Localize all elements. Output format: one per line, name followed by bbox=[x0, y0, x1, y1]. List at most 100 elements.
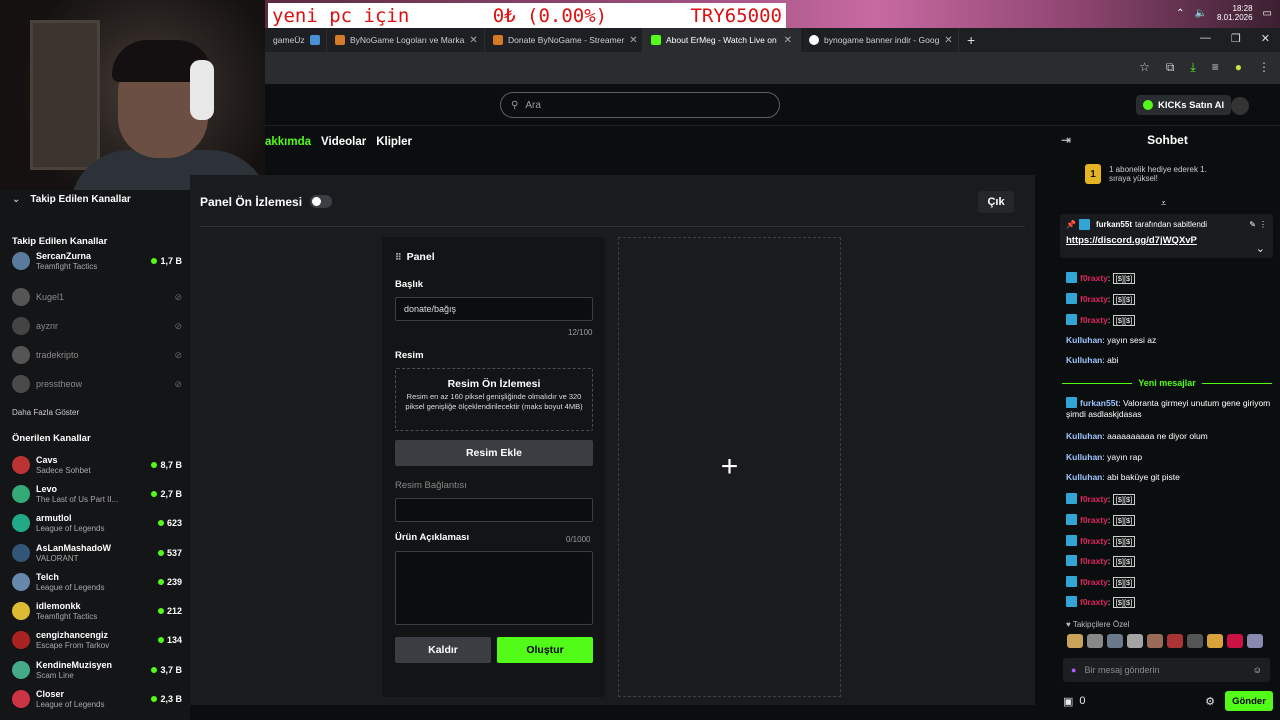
gift-icon[interactable]: ▣ bbox=[1063, 695, 1073, 708]
sidebar-channel[interactable]: presstheow ⊘ bbox=[12, 371, 182, 397]
profile-icon[interactable]: ● bbox=[1235, 60, 1242, 75]
add-panel-button[interactable]: + bbox=[618, 237, 841, 697]
search-input[interactable]: ⚲ Ara bbox=[500, 92, 780, 118]
tab-videos[interactable]: Videolar bbox=[321, 136, 366, 148]
show-more-link[interactable]: Daha Fazla Göster bbox=[12, 408, 79, 417]
offline-icon: ⊘ bbox=[174, 349, 182, 360]
sidebar-channel[interactable]: tradekripto ⊘ bbox=[12, 342, 182, 368]
settings-icon[interactable]: ⚙ bbox=[1205, 695, 1215, 708]
extensions-icon[interactable]: ⧉ bbox=[1166, 60, 1175, 75]
emote-icon[interactable] bbox=[1087, 634, 1103, 648]
sidebar-channel[interactable]: armutlol League of Legends 623 bbox=[12, 510, 182, 536]
new-tab-button[interactable]: + bbox=[959, 32, 983, 48]
maximize-icon[interactable]: ❐ bbox=[1231, 32, 1241, 45]
new-messages-divider[interactable]: Yeni mesajlar bbox=[1062, 377, 1272, 389]
image-preview-title: Resim Ön İzlemesi bbox=[447, 378, 541, 390]
close-tab-icon[interactable]: ✕ bbox=[469, 35, 477, 46]
minimize-icon[interactable]: — bbox=[1200, 32, 1211, 45]
image-preview-description: Resim en az 160 piksel genişliğinde olma… bbox=[405, 392, 583, 411]
sub-badge-icon bbox=[1066, 535, 1077, 546]
sidebar-channel[interactable]: Telch League of Legends 239 bbox=[12, 569, 182, 595]
emote-icon[interactable] bbox=[1127, 634, 1143, 648]
browser-tab[interactable]: bynogame banner indir - Goog ✕ bbox=[801, 28, 959, 52]
tab-clips[interactable]: Klipler bbox=[376, 136, 412, 148]
left-sidebar: ⌄ Takip Edilen Kanallar Takip Edilen Kan… bbox=[0, 190, 190, 720]
unpin-icon[interactable]: ✎ bbox=[1249, 220, 1256, 229]
media-icon[interactable]: ≡ bbox=[1212, 60, 1219, 75]
browser-tab[interactable]: gameÜz✕ bbox=[265, 28, 327, 52]
volume-icon[interactable]: 🔈 bbox=[1195, 8, 1207, 19]
sub-rank-icon: 1 bbox=[1085, 164, 1101, 184]
sidebar-channel[interactable]: Closer League of Legends 2,3 B bbox=[12, 686, 182, 712]
browser-tab[interactable]: ByNoGame Logoları ve Marka ✕ bbox=[327, 28, 485, 52]
wifi-icon[interactable]: ⌃ bbox=[1176, 8, 1184, 19]
emoji-icon[interactable]: ☺ bbox=[1253, 665, 1262, 675]
remove-button[interactable]: Kaldır bbox=[395, 637, 491, 663]
image-link-input[interactable] bbox=[395, 498, 593, 522]
tab-about[interactable]: akkımda bbox=[265, 136, 311, 148]
emote-icon[interactable] bbox=[1207, 634, 1223, 648]
panel-card-title: Panel bbox=[406, 251, 435, 263]
bookmark-star-icon[interactable]: ☆ bbox=[1139, 60, 1150, 75]
buy-kicks-button[interactable]: KICKs Satın Al bbox=[1136, 95, 1232, 115]
emote-icon[interactable] bbox=[1167, 634, 1183, 648]
close-tab-icon[interactable]: ✕ bbox=[629, 35, 637, 46]
sidebar-channel[interactable]: Cavs Sadece Sohbet 8,7 B bbox=[12, 452, 182, 478]
description-textarea[interactable] bbox=[395, 551, 593, 625]
emote-icon[interactable] bbox=[1067, 634, 1083, 648]
emote-icon[interactable] bbox=[1147, 634, 1163, 648]
browser-tab[interactable]: Donate ByNoGame - Streamer ✕ bbox=[485, 28, 643, 52]
more-options-icon[interactable]: ⋮ bbox=[1259, 220, 1267, 229]
avatar bbox=[12, 346, 30, 364]
chat-message-input[interactable]: ● Bir mesaj gönderin ☺ bbox=[1063, 658, 1270, 682]
user-avatar[interactable] bbox=[1231, 97, 1249, 115]
emote-icon[interactable] bbox=[1247, 634, 1263, 648]
add-image-button[interactable]: Resim Ekle bbox=[395, 440, 593, 466]
sub-badge-icon bbox=[1066, 596, 1077, 607]
sidebar-channel[interactable]: Levo The Last of Us Part II... 2,7 B bbox=[12, 481, 182, 507]
sidebar-channel[interactable]: idlemonkk Teamfight Tactics 212 bbox=[12, 598, 182, 624]
create-button[interactable]: Oluştur bbox=[497, 637, 593, 663]
sidebar-channel[interactable]: AsLanMashadoW VALORANT 537 bbox=[12, 540, 182, 566]
chat-message: f0raxty: [$][$] bbox=[1066, 555, 1271, 567]
chat-message: furkan55t: Valoranta girmeyi unutum gene… bbox=[1066, 397, 1271, 419]
pinned-message: 📌 furkan55t tarafından sabitlendi ✎ ⋮ ht… bbox=[1060, 214, 1273, 258]
webcam-overlay bbox=[0, 0, 265, 198]
close-tab-icon[interactable]: ✕ bbox=[784, 35, 792, 46]
avatar bbox=[12, 252, 30, 270]
avatar bbox=[12, 317, 30, 335]
send-button[interactable]: Gönder bbox=[1225, 691, 1273, 711]
drag-handle-icon[interactable]: ⠿ bbox=[395, 252, 402, 263]
notification-icon[interactable]: ▭ bbox=[1263, 8, 1272, 19]
sidebar-channel[interactable]: Kugel1 ⊘ bbox=[12, 284, 182, 310]
menu-icon[interactable]: ⋮ bbox=[1258, 60, 1270, 75]
sidebar-channel[interactable]: ayznr ⊘ bbox=[12, 313, 182, 339]
close-window-icon[interactable]: ✕ bbox=[1261, 32, 1270, 45]
emote-icon[interactable] bbox=[1107, 634, 1123, 648]
title-input[interactable]: donate/bağış bbox=[395, 297, 593, 321]
exit-button[interactable]: Çık bbox=[978, 191, 1014, 213]
pinned-link[interactable]: https://discord.gg/d7jWQXvP bbox=[1066, 235, 1267, 246]
description-char-count: 0/1000 bbox=[566, 535, 591, 544]
emote-icon[interactable] bbox=[1187, 634, 1203, 648]
system-clock[interactable]: 18:28 8.01.2026 bbox=[1217, 4, 1253, 22]
download-icon[interactable]: ⤓ bbox=[1190, 60, 1195, 75]
image-preview-dropzone[interactable]: Resim Ön İzlemesi Resim en az 160 piksel… bbox=[395, 368, 593, 431]
sub-badge-icon bbox=[1066, 314, 1077, 325]
close-tab-icon[interactable]: ✕ bbox=[944, 35, 952, 46]
panel-preview-toggle[interactable] bbox=[310, 195, 332, 208]
expand-icon[interactable]: ⩡ bbox=[1161, 198, 1166, 209]
browser-toolbar: ☆ ⧉ ⤓ ≡ ● ⋮ bbox=[265, 52, 1280, 84]
browser-tab-active[interactable]: About ErMeg - Watch Live on ✕ bbox=[643, 28, 801, 52]
sidebar-channel[interactable]: cengizhancengiz Escape From Tarkov 134 bbox=[12, 627, 182, 653]
sidebar-collapse-row[interactable]: ⌄ Takip Edilen Kanallar bbox=[12, 194, 131, 205]
sub-goal-banner[interactable]: 1 1 abonelik hediye ederek 1. sıraya yük… bbox=[1085, 164, 1229, 184]
chevron-down-icon[interactable]: ⌄ bbox=[1256, 242, 1265, 255]
sub-badge-icon bbox=[1066, 493, 1077, 504]
sub-badge-icon bbox=[1066, 293, 1077, 304]
image-link-label: Resim Bağlantısı bbox=[395, 480, 467, 491]
sidebar-channel[interactable]: SercanZurna Teamfight Tactics 1,7 B bbox=[12, 248, 182, 274]
microphone-icon[interactable]: ● bbox=[1071, 665, 1076, 675]
sidebar-channel[interactable]: KendineMuzisyen Scam Line 3,7 B bbox=[12, 657, 182, 683]
emote-icon[interactable] bbox=[1227, 634, 1243, 648]
